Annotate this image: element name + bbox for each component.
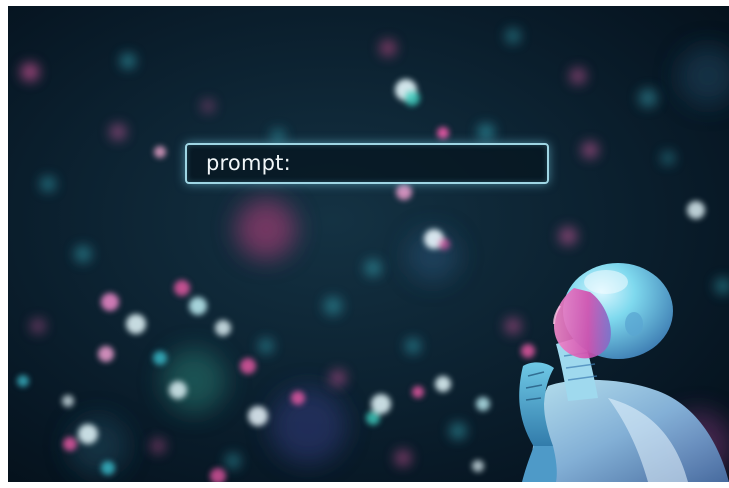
bokeh-background <box>17 29 729 482</box>
scene-image: prompt: <box>8 6 729 482</box>
robot-figure <box>519 263 729 482</box>
prompt-label: prompt: <box>206 151 291 175</box>
prompt-input-box[interactable]: prompt: <box>185 143 549 184</box>
